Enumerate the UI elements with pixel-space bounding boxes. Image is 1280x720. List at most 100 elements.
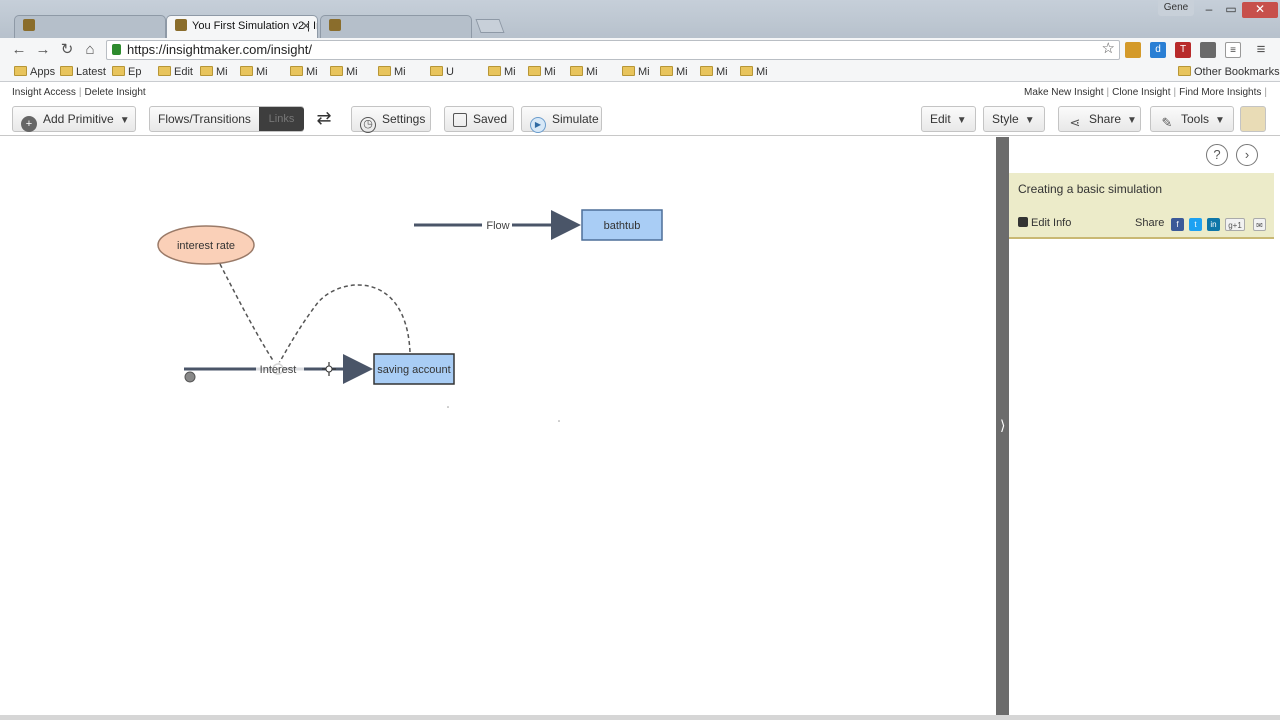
style-menu-button[interactable]: Style ▼: [983, 106, 1045, 132]
bookmark-item[interactable]: Mi: [660, 65, 688, 79]
settings-button[interactable]: ◷ Settings: [351, 106, 431, 133]
folder-icon: [330, 66, 343, 76]
swap-arrows-icon[interactable]: ⇄: [311, 106, 337, 132]
bookmark-item[interactable]: Mi: [330, 65, 358, 79]
linkedin-icon[interactable]: in: [1207, 218, 1220, 231]
help-icon[interactable]: ?: [1206, 144, 1228, 166]
bookmark-item[interactable]: Mi: [740, 65, 768, 79]
folder-icon: [1178, 66, 1191, 76]
share-label: Share: [1135, 217, 1165, 229]
insight-access-link[interactable]: Insight Access: [12, 87, 76, 98]
back-arrow-icon[interactable]: ←: [10, 41, 28, 59]
link-interest-rate[interactable]: [219, 263, 275, 363]
browser-tab[interactable]: [320, 15, 472, 38]
flow-bathtub[interactable]: Flow: [414, 210, 581, 240]
folder-icon: [290, 66, 303, 76]
model-diagram[interactable]: Flow bathtub interest rate Interest savi…: [6, 137, 996, 715]
folder-icon: [158, 66, 171, 76]
bookmark-item[interactable]: Latest: [60, 65, 106, 79]
other-bookmarks[interactable]: Other Bookmarks: [1178, 65, 1280, 79]
saved-button[interactable]: Saved: [444, 106, 514, 132]
maximize-icon[interactable]: ▭: [1220, 2, 1242, 18]
email-icon[interactable]: ✉: [1253, 218, 1266, 231]
new-tab-button[interactable]: [475, 19, 505, 33]
add-primitive-button[interactable]: + Add Primitive ▼: [12, 106, 136, 132]
extension-icon[interactable]: [1125, 42, 1141, 58]
address-bar[interactable]: https://insightmaker.com/insight/ ☆: [106, 40, 1120, 60]
google-plus-icon[interactable]: g+1: [1225, 218, 1245, 231]
bookmark-item[interactable]: Mi: [700, 65, 728, 79]
reload-icon[interactable]: ↻: [58, 41, 76, 59]
profile-button[interactable]: Gene: [1158, 0, 1194, 16]
bookmark-item[interactable]: Mi: [570, 65, 598, 79]
bookmark-item[interactable]: Mi: [622, 65, 650, 79]
extension-icon[interactable]: ≡: [1225, 42, 1241, 58]
folder-icon: [60, 66, 73, 76]
extension-icon[interactable]: d: [1150, 42, 1166, 58]
bookmark-item[interactable]: Mi: [378, 65, 406, 79]
model-canvas[interactable]: Flow bathtub interest rate Interest savi…: [6, 137, 996, 715]
bookmark-item[interactable]: U: [430, 65, 454, 79]
folder-icon: [700, 66, 713, 76]
folder-icon: [378, 66, 391, 76]
bookmark-item[interactable]: Mi: [528, 65, 556, 79]
variable-interest-rate[interactable]: interest rate: [157, 225, 255, 265]
folder-icon: [112, 66, 125, 76]
browser-tabstrip: You First Simulation v2 | In ✕ Gene – ▭ …: [0, 0, 1280, 38]
edit-menu-button[interactable]: Edit ▼: [921, 106, 976, 132]
collapse-panel-icon[interactable]: ⟩: [1000, 415, 1006, 435]
folder-icon: [430, 66, 443, 76]
flow-label: Interest: [260, 364, 297, 376]
browser-tab-active[interactable]: You First Simulation v2 | In ✕: [166, 15, 318, 38]
tab-close-icon[interactable]: ✕: [301, 19, 311, 33]
bookmark-item[interactable]: Mi: [240, 65, 268, 79]
links-option[interactable]: Links: [259, 107, 304, 131]
link-saving-account[interactable]: [277, 284, 411, 366]
chevron-down-icon: ▼: [1215, 115, 1225, 126]
clock-icon: ◷: [360, 117, 376, 133]
edit-info-button[interactable]: Edit Info: [1018, 217, 1071, 229]
forward-arrow-icon[interactable]: →: [34, 41, 52, 59]
tab-title: You First Simulation v2 | In: [192, 20, 318, 32]
share-icon: ⋖: [1069, 115, 1081, 130]
extension-icon[interactable]: T: [1175, 42, 1191, 58]
bookmark-item[interactable]: Ep: [112, 65, 141, 79]
share-menu-button[interactable]: ⋖ Share ▼: [1058, 106, 1141, 132]
insight-toolbar: + Add Primitive ▼ Flows/Transitions Links …: [0, 104, 1280, 136]
simulate-button[interactable]: ▶ Simulate: [521, 106, 602, 133]
canvas-dot: [558, 420, 560, 422]
twitter-icon[interactable]: t: [1189, 218, 1202, 231]
browser-tab[interactable]: [14, 15, 166, 38]
insight-maker-logo-icon[interactable]: [1240, 106, 1266, 132]
delete-insight-link[interactable]: Delete Insight: [85, 87, 146, 98]
bookmark-star-icon[interactable]: ☆: [1102, 40, 1115, 58]
next-arrow-icon[interactable]: ›: [1236, 144, 1258, 166]
tools-menu-button[interactable]: ✎ Tools ▼: [1150, 106, 1234, 132]
bookmark-item[interactable]: Apps: [14, 65, 55, 79]
folder-icon: [488, 66, 501, 76]
connection-type-toggle[interactable]: Flows/Transitions Links: [149, 106, 304, 132]
panel-splitter[interactable]: ⟩: [996, 137, 1009, 715]
chevron-down-icon: ▼: [1024, 115, 1035, 126]
clone-insight-link[interactable]: Clone Insight: [1112, 87, 1170, 98]
wrench-icon: ✎: [1161, 115, 1173, 130]
chevron-down-icon: ▼: [1127, 115, 1137, 126]
facebook-icon[interactable]: f: [1171, 218, 1184, 231]
minimize-icon[interactable]: –: [1198, 2, 1220, 18]
bookmark-item[interactable]: Edit: [158, 65, 193, 79]
stock-label: bathtub: [604, 220, 641, 232]
extension-icon[interactable]: [1200, 42, 1216, 58]
flows-transitions-option[interactable]: Flows/Transitions: [158, 112, 251, 126]
bookmark-item[interactable]: Mi: [488, 65, 516, 79]
home-icon[interactable]: ⌂: [81, 41, 99, 59]
bookmark-item[interactable]: Mi: [290, 65, 318, 79]
flow-interest[interactable]: Interest: [184, 354, 373, 384]
stock-saving-account[interactable]: saving account: [373, 353, 455, 385]
chrome-menu-icon[interactable]: ≡: [1252, 41, 1270, 59]
flow-label: Flow: [486, 220, 509, 232]
find-more-insights-link[interactable]: Find More Insights: [1179, 87, 1261, 98]
make-new-insight-link[interactable]: Make New Insight: [1024, 87, 1103, 98]
bookmark-item[interactable]: Mi: [200, 65, 228, 79]
stock-bathtub[interactable]: bathtub: [581, 209, 663, 241]
window-close-icon[interactable]: ✕: [1242, 2, 1278, 18]
